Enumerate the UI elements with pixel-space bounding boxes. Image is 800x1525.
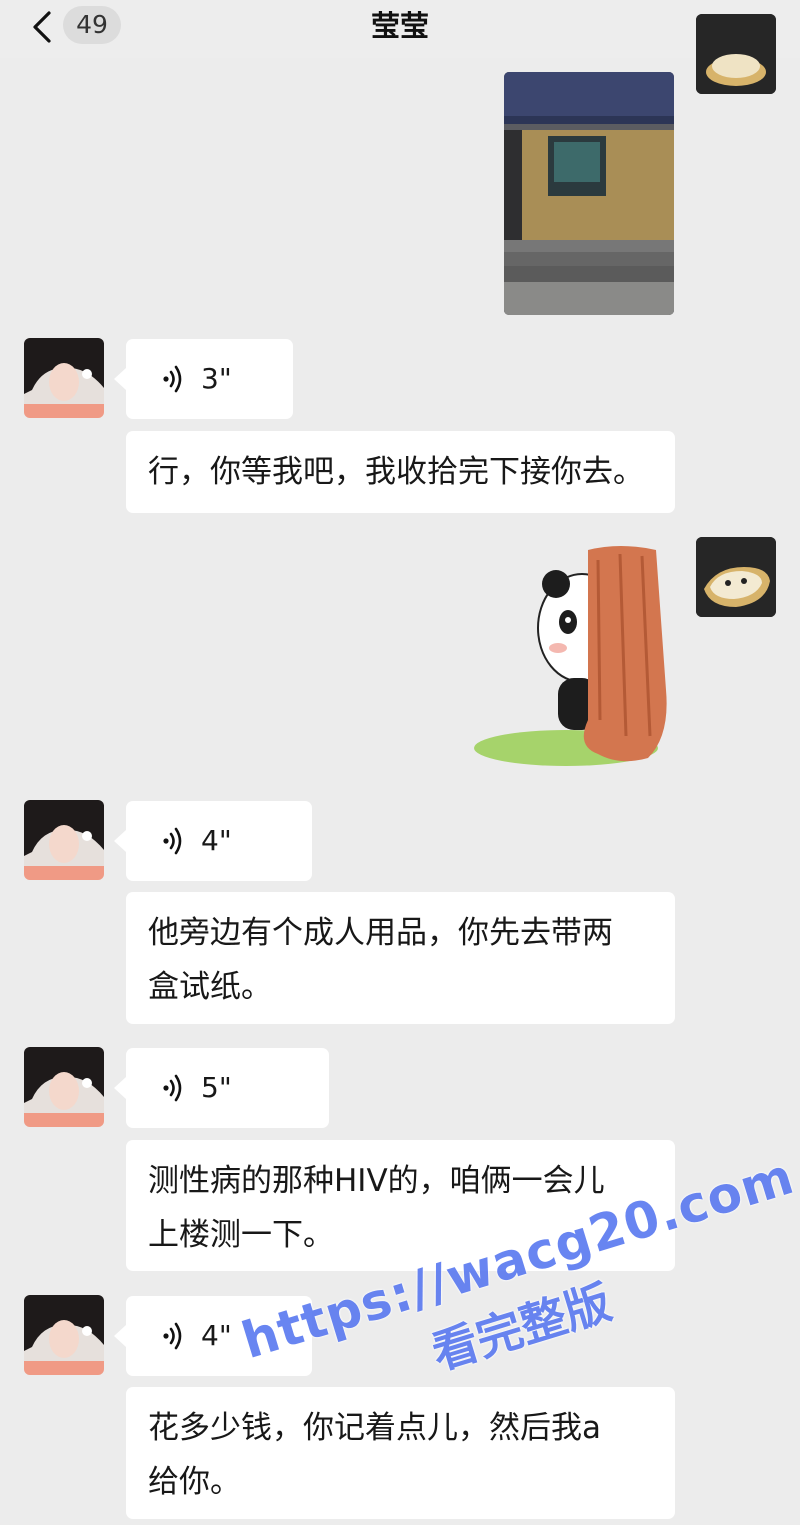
voice-wave-icon [163, 1074, 182, 1102]
self-avatar[interactable] [696, 537, 776, 617]
friend-avatar[interactable] [24, 1047, 104, 1127]
message-text: 行，你等我吧，我收拾完下接你去。 [148, 454, 644, 490]
message-text-line: 盒试纸。 [148, 969, 272, 1005]
voice-duration: 3" [201, 362, 232, 395]
friend-avatar[interactable] [24, 338, 104, 418]
self-avatar[interactable] [696, 14, 776, 94]
voice-message-bubble[interactable]: 3" [114, 339, 293, 419]
voice-wave-icon [163, 1322, 182, 1350]
voice-duration: 5" [201, 1071, 232, 1104]
text-message-bubble[interactable]: 行，你等我吧，我收拾完下接你去。 [126, 431, 675, 513]
voice-wave-icon [163, 827, 182, 855]
storefront-photo-message[interactable] [504, 72, 674, 315]
voice-message-bubble[interactable]: 5" [114, 1048, 329, 1128]
message-text-line: 测性病的那种HIV的，咱俩一会儿 [148, 1163, 605, 1199]
friend-avatar[interactable] [24, 800, 104, 880]
voice-message-bubble[interactable]: 4" [114, 801, 312, 881]
chat-header: 49 莹莹 [0, 0, 800, 58]
voice-wave-icon [163, 365, 182, 393]
text-message-bubble[interactable]: 他旁边有个成人用品，你先去带两 盒试纸。 [126, 892, 675, 1024]
message-text-line: 给你。 [148, 1464, 241, 1500]
voice-duration: 4" [201, 1319, 232, 1352]
voice-duration: 4" [201, 824, 232, 857]
friend-avatar[interactable] [24, 1295, 104, 1375]
message-text-line: 他旁边有个成人用品，你先去带两 [148, 915, 613, 951]
panda-sticker-image[interactable] [470, 540, 680, 772]
chat-title: 莹莹 [370, 9, 429, 43]
